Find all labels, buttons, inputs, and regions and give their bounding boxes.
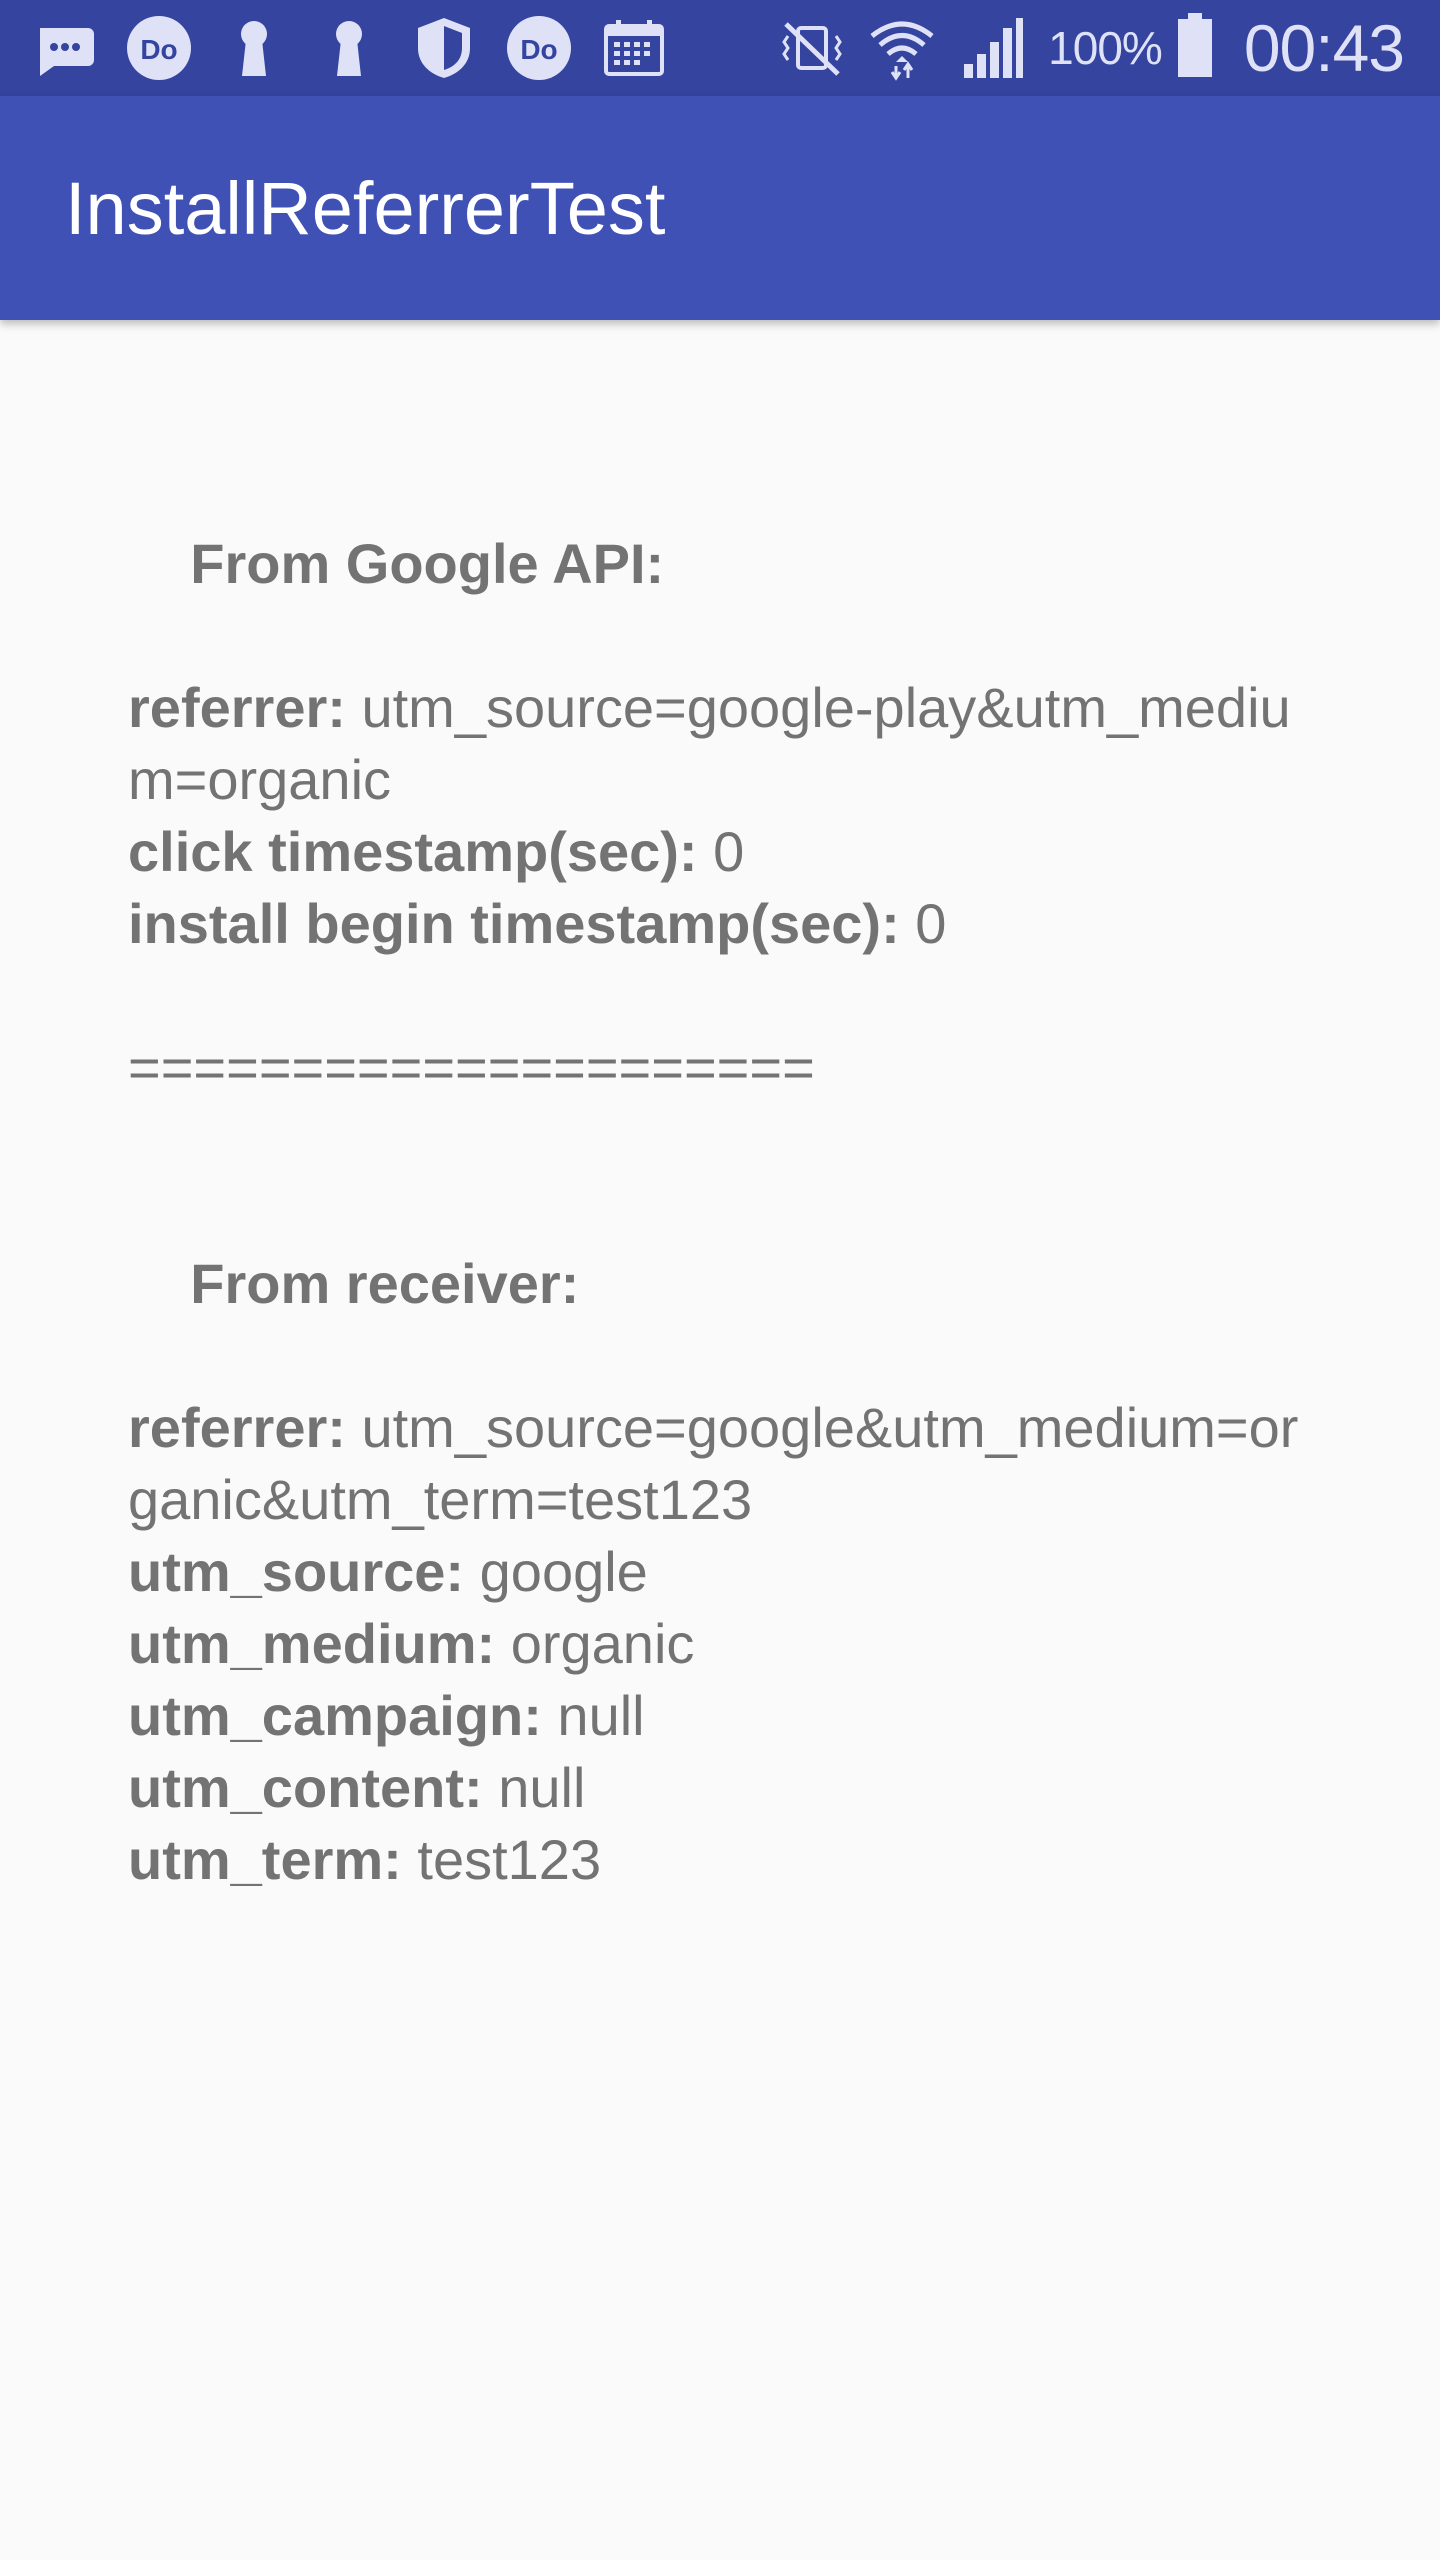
mute-vibrate-icon <box>778 14 846 82</box>
utm-campaign: utm_campaign: null <box>128 1680 1328 1752</box>
utm-campaign-label: utm_campaign: <box>128 1684 542 1747</box>
click-timestamp: click timestamp(sec): 0 <box>128 816 1328 888</box>
battery-percent: 100% <box>1048 22 1163 74</box>
utm-source-value: google <box>464 1540 648 1603</box>
utm-content: utm_content: null <box>128 1752 1328 1824</box>
app-title: InstallReferrerTest <box>65 167 666 250</box>
utm-medium: utm_medium: organic <box>128 1608 1328 1680</box>
utm-term: utm_term: test123 <box>128 1824 1328 1896</box>
utm-campaign-value: null <box>541 1684 645 1747</box>
receiver-referrer-label: referrer: <box>128 1396 346 1459</box>
utm-medium-value: organic <box>495 1612 695 1675</box>
messages-icon <box>30 14 98 82</box>
svg-text:Do: Do <box>520 34 557 65</box>
utm-source-label: utm_source: <box>128 1540 465 1603</box>
utm-medium-label: utm_medium: <box>128 1612 496 1675</box>
separator: ===================== <box>128 1036 815 1099</box>
utm-term-label: utm_term: <box>128 1828 402 1891</box>
click-timestamp-label: click timestamp(sec): <box>128 820 698 883</box>
signal-icon <box>958 14 1026 82</box>
clock: 00:43 <box>1243 11 1405 85</box>
battery-icon <box>1176 12 1244 84</box>
keyhole-icon <box>220 14 288 82</box>
do-app-icon: Do <box>125 14 193 82</box>
calendar-icon <box>600 14 668 82</box>
install-begin-timestamp-label: install begin timestamp(sec): <box>128 892 900 955</box>
referrer-label: referrer: <box>128 676 346 739</box>
utm-content-label: utm_content: <box>128 1756 483 1819</box>
google-api-section: From Google API: <box>128 456 1328 672</box>
app-bar: InstallReferrerTest <box>0 96 1440 320</box>
system-icons: 100% 00:43 <box>778 0 1405 96</box>
utm-content-value: null <box>482 1756 586 1819</box>
svg-text:Do: Do <box>140 34 177 65</box>
shield-icon <box>410 14 478 82</box>
wifi-icon <box>868 14 936 82</box>
utm-term-value: test123 <box>401 1828 602 1891</box>
click-timestamp-value: 0 <box>697 820 745 883</box>
install-begin-timestamp: install begin timestamp(sec): 0 <box>128 888 1328 960</box>
receiver-heading: From receiver: <box>190 1252 580 1315</box>
install-begin-timestamp-value: 0 <box>899 892 947 955</box>
receiver-section: From receiver: <box>128 1176 1328 1392</box>
notification-icons: Do Do <box>30 14 695 82</box>
utm-source: utm_source: google <box>128 1536 1328 1608</box>
google-api-referrer: referrer: utm_source=google-play&utm_med… <box>128 672 1328 816</box>
google-api-heading: From Google API: <box>190 532 665 595</box>
do-app-icon: Do <box>505 14 573 82</box>
keyhole-icon <box>315 14 383 82</box>
receiver-referrer: referrer: utm_source=google&utm_medium=o… <box>128 1392 1328 1536</box>
status-bar: Do Do 100% 00:43 <box>0 0 1440 96</box>
referrer-info-text: From Google API: referrer: utm_source=go… <box>128 456 1328 1896</box>
